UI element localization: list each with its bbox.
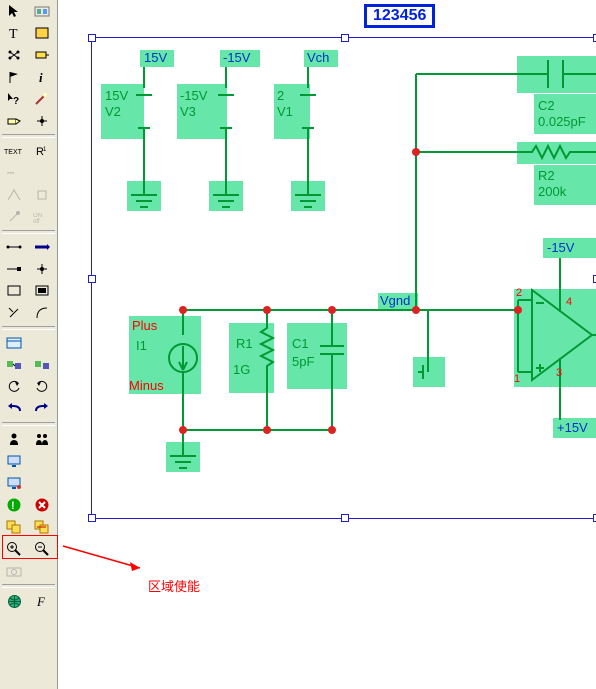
port-tool[interactable]: [28, 44, 56, 66]
cursor-tool[interactable]: [0, 0, 28, 22]
single-user-tool[interactable]: [0, 428, 28, 450]
junction2-tool[interactable]: [28, 258, 56, 280]
camera-tool[interactable]: [0, 560, 28, 582]
node-tool[interactable]: [0, 44, 28, 66]
properties-tool[interactable]: [0, 332, 28, 354]
tool-palette: T i ? TEXT R1 ⎓: [0, 0, 58, 689]
group-tool[interactable]: [0, 354, 28, 376]
grid-tool[interactable]: [0, 184, 28, 206]
svg-text:F: F: [36, 594, 46, 608]
net-vch: Vch: [307, 50, 329, 65]
rotate-cw-tool[interactable]: [28, 376, 56, 398]
v2-name: 15V: [105, 88, 128, 103]
clone2-tool[interactable]: [28, 516, 56, 538]
v3-name: -15V: [180, 88, 207, 103]
v1-ref: V1: [277, 104, 293, 119]
redo-tool[interactable]: [28, 398, 56, 420]
net-p15v-b: +15V: [557, 420, 588, 435]
i1-ref: I1: [136, 338, 147, 353]
svg-text:⎓: ⎓: [7, 168, 14, 178]
info-tool[interactable]: i: [28, 66, 56, 88]
svg-text:!: !: [11, 500, 15, 512]
c2-val: 0.025pF: [538, 114, 586, 129]
svg-text:?: ?: [13, 96, 19, 106]
r2-val: 200k: [538, 184, 566, 199]
pin-tool[interactable]: [0, 206, 28, 228]
op-pin2: 2: [516, 287, 522, 299]
clone1-tool[interactable]: [0, 516, 28, 538]
c1-ref: C1: [292, 336, 309, 351]
annotation-label: 区域使能: [148, 576, 200, 595]
align-tool[interactable]: ⎓: [0, 162, 28, 184]
cut-tool[interactable]: [0, 302, 28, 324]
v1-name: 2: [277, 88, 284, 103]
i1-minus: Minus: [129, 378, 164, 393]
junction-tool[interactable]: [28, 110, 56, 132]
schematic-svg: [58, 0, 596, 530]
tag-tool[interactable]: [0, 110, 28, 132]
component-browser[interactable]: [28, 0, 56, 22]
wire-tool[interactable]: [0, 236, 28, 258]
snap-tool[interactable]: [28, 184, 56, 206]
net-vgnd: Vgnd: [380, 293, 410, 308]
blank5: [28, 560, 56, 582]
c2-ref: C2: [538, 98, 555, 113]
svg-text:i: i: [39, 70, 43, 84]
rotate-ccw-tool[interactable]: [0, 376, 28, 398]
op-pin4: 4: [566, 296, 572, 308]
blank2: [28, 332, 56, 354]
probe-tool[interactable]: [28, 88, 56, 110]
c1-val: 5pF: [292, 354, 314, 369]
svg-text:T: T: [9, 27, 18, 40]
rect-fill-tool[interactable]: [28, 280, 56, 302]
flag-tool[interactable]: [0, 66, 28, 88]
annotation-arrow: [58, 540, 178, 580]
rect-draw-tool[interactable]: [0, 280, 28, 302]
function-tool[interactable]: F: [28, 590, 56, 612]
svg-text:off: off: [33, 219, 40, 223]
net-m15v: -15V: [223, 50, 250, 65]
disable-region-button[interactable]: [28, 494, 56, 516]
r2-ref: R2: [538, 168, 555, 183]
display-tool[interactable]: [0, 450, 28, 472]
enable-region-button[interactable]: !: [0, 494, 28, 516]
r1-val: 1G: [233, 362, 250, 377]
r1-ref: R1: [236, 336, 253, 351]
on-off-tool[interactable]: ONoff: [28, 206, 56, 228]
zoom-in-tool[interactable]: [0, 538, 28, 560]
arc-tool[interactable]: [28, 302, 56, 324]
blank4: [28, 472, 56, 494]
op-pin1: 1: [514, 373, 520, 385]
schematic-canvas[interactable]: 123456: [58, 0, 596, 689]
ungroup-tool[interactable]: [28, 354, 56, 376]
blank3: [28, 450, 56, 472]
undo-tool[interactable]: [0, 398, 28, 420]
zoom-out-tool[interactable]: [28, 538, 56, 560]
svg-text:1: 1: [43, 147, 47, 153]
i1-plus: Plus: [132, 318, 157, 333]
globe-tool[interactable]: [0, 590, 28, 612]
region-tool[interactable]: [28, 22, 56, 44]
ref-tool[interactable]: R1: [28, 140, 56, 162]
net-m15v-b: -15V: [547, 240, 574, 255]
v2-ref: V2: [105, 104, 121, 119]
net-15v: 15V: [144, 50, 167, 65]
bus-tool[interactable]: [28, 236, 56, 258]
v3-ref: V3: [180, 104, 196, 119]
op-pin3: 3: [556, 367, 562, 379]
help-cursor-tool[interactable]: ?: [0, 88, 28, 110]
svg-text:TEXT: TEXT: [4, 149, 23, 156]
display2-tool[interactable]: [0, 472, 28, 494]
multi-user-tool[interactable]: [28, 428, 56, 450]
text-tool[interactable]: T: [0, 22, 28, 44]
endpoint-tool[interactable]: [0, 258, 28, 280]
text-label-tool[interactable]: TEXT: [0, 140, 28, 162]
blank1: [28, 162, 56, 184]
